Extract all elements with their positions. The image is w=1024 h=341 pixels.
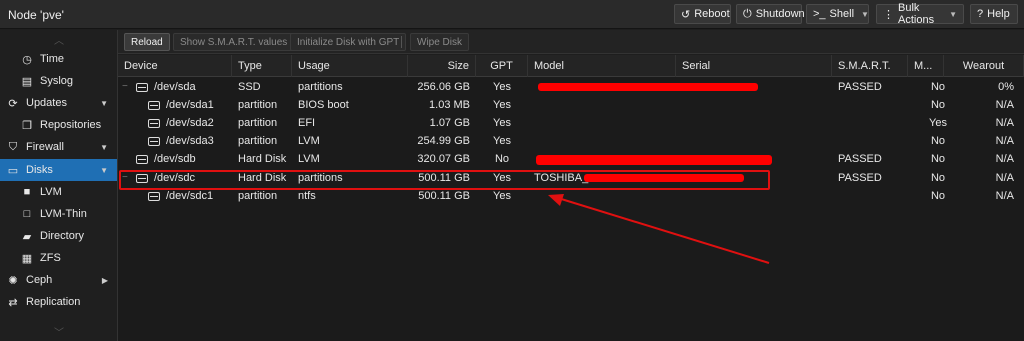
disk-table: Device Type Usage Size GPT Model Serial … bbox=[118, 55, 1024, 341]
sidebar-item-ceph[interactable]: ✺ Ceph ▶ bbox=[0, 269, 117, 291]
sidebar-item-lvm[interactable]: ■ LVM bbox=[0, 181, 117, 203]
square-icon: ■ bbox=[23, 186, 31, 198]
bulk-actions-button[interactable]: ⋮ Bulk Actions ▼ bbox=[876, 2, 964, 26]
sidebar-item-label: Time bbox=[40, 53, 65, 65]
sidebar-item-label: Repositories bbox=[40, 119, 102, 131]
scroll-down-icon[interactable]: ﹀ bbox=[0, 324, 117, 339]
sidebar-item-repositories[interactable]: ❐ Repositories bbox=[0, 114, 117, 136]
sidebar: ︿ ◷ Time ▤ Syslog ⟳ Updates ▼ ❐ Reposito… bbox=[0, 30, 118, 341]
sidebar-item-label: Replication bbox=[26, 296, 81, 308]
help-label: Help bbox=[987, 8, 1010, 20]
reboot-label: Reboot bbox=[694, 8, 730, 20]
bulk-actions-label: Bulk Actions bbox=[898, 2, 935, 26]
caret-down-icon[interactable]: ▼ bbox=[100, 99, 108, 108]
title-bar: Node 'pve' ↺ Reboot ⏻ Shutdown >_ Shell … bbox=[0, 0, 1024, 29]
caret-right-icon[interactable]: ▶ bbox=[102, 276, 108, 285]
sidebar-item-label: Ceph bbox=[26, 274, 53, 286]
sidebar-item-time[interactable]: ◷ Time bbox=[0, 48, 117, 70]
replication-icon: ⇄ bbox=[8, 296, 18, 309]
ceph-icon: ✺ bbox=[8, 274, 18, 287]
sidebar-item-label: ZFS bbox=[40, 252, 61, 264]
shell-button[interactable]: >_ Shell ▼ bbox=[806, 4, 869, 24]
sidebar-item-label: LVM bbox=[40, 186, 62, 198]
sidebar-item-firewall[interactable]: ⛉ Firewall ▼ bbox=[0, 136, 117, 158]
sidebar-item-label: Directory bbox=[40, 230, 85, 242]
files-icon: ❐ bbox=[22, 119, 32, 132]
shutdown-button[interactable]: ⏻ Shutdown bbox=[736, 4, 805, 24]
toolbar-divider bbox=[401, 36, 402, 48]
sidebar-item-label: Disks bbox=[26, 164, 53, 176]
sidebar-item-lvm-thin[interactable]: □ LVM-Thin bbox=[0, 203, 117, 225]
sidebar-item-syslog[interactable]: ▤ Syslog bbox=[0, 70, 117, 92]
reload-icon: ↺ bbox=[681, 8, 691, 21]
clock-icon: ◷ bbox=[22, 53, 32, 66]
reboot-button[interactable]: ↺ Reboot bbox=[674, 4, 731, 24]
chevron-down-icon: ▼ bbox=[949, 9, 957, 19]
shell-label: Shell bbox=[829, 8, 855, 20]
sidebar-item-label: Syslog bbox=[40, 75, 74, 87]
sidebar-item-directory[interactable]: ▰ Directory bbox=[0, 225, 117, 247]
power-icon: ⏻ bbox=[743, 7, 752, 20]
list-icon: ⋮ bbox=[883, 8, 894, 21]
sidebar-item-zfs[interactable]: ▦ ZFS bbox=[0, 247, 117, 269]
page-title: Node 'pve' bbox=[8, 8, 64, 22]
folder-icon: ▰ bbox=[22, 230, 32, 243]
show-smart-values-button[interactable]: Show S.M.A.R.T. values bbox=[173, 33, 295, 51]
terminal-icon: >_ bbox=[813, 8, 826, 20]
caret-down-icon[interactable]: ▼ bbox=[100, 143, 108, 152]
sidebar-item-disks[interactable]: ▭ Disks ▼ bbox=[0, 159, 117, 181]
help-button[interactable]: ? Help bbox=[970, 4, 1018, 24]
scroll-up-icon[interactable]: ︿ bbox=[0, 32, 117, 47]
sidebar-item-label: Updates bbox=[26, 97, 67, 109]
square-outline-icon: □ bbox=[23, 208, 31, 220]
sidebar-item-label: LVM-Thin bbox=[40, 208, 87, 220]
refresh-icon: ⟳ bbox=[8, 97, 18, 110]
reload-button[interactable]: Reload bbox=[124, 33, 170, 51]
database-icon: ▦ bbox=[21, 252, 33, 265]
disk-toolbar: Reload Show S.M.A.R.T. values Initialize… bbox=[118, 30, 1024, 54]
shield-icon: ⛉ bbox=[8, 140, 18, 153]
initialize-disk-gpt-button[interactable]: Initialize Disk with GPT bbox=[290, 33, 407, 51]
sidebar-item-replication[interactable]: ⇄ Replication bbox=[0, 291, 117, 313]
shutdown-label: Shutdown bbox=[755, 8, 805, 20]
help-icon: ? bbox=[977, 8, 984, 20]
sidebar-item-updates[interactable]: ⟳ Updates ▼ bbox=[0, 92, 117, 114]
wipe-disk-button[interactable]: Wipe Disk bbox=[410, 33, 470, 51]
caret-down-icon[interactable]: ▼ bbox=[100, 166, 108, 175]
list-icon: ▤ bbox=[21, 75, 33, 88]
chevron-down-icon: ▼ bbox=[861, 9, 869, 19]
disk-icon: ▭ bbox=[7, 164, 19, 177]
sidebar-item-label: Firewall bbox=[26, 141, 64, 153]
annotation-arrow bbox=[548, 194, 770, 264]
